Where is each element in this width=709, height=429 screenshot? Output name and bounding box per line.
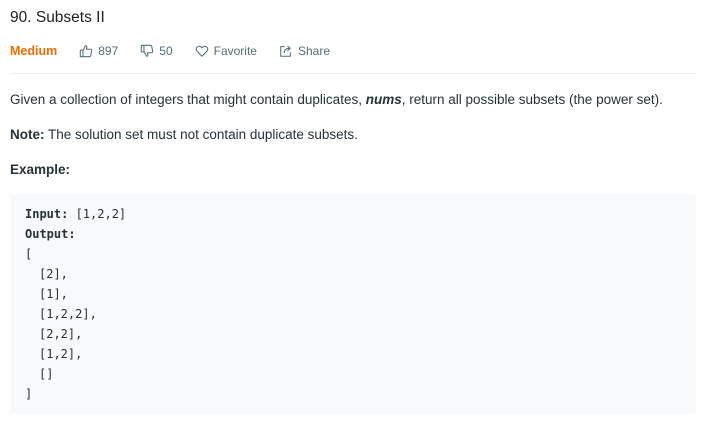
example-heading: Example:	[10, 162, 71, 177]
output-open-bracket: [	[25, 247, 33, 261]
description-text-after: , return all possible subsets (the power…	[401, 92, 663, 107]
output-item: [1,2,2],	[39, 307, 97, 321]
description-text-before: Given a collection of integers that migh…	[10, 92, 366, 107]
input-value: [1,2,2]	[68, 207, 127, 221]
output-item: [1],	[39, 287, 68, 301]
problem-title: 90. Subsets II	[10, 9, 105, 26]
note-text: The solution set must not contain duplic…	[44, 127, 358, 142]
output-item: [1,2],	[39, 347, 83, 361]
example-code-block: Input: [1,2,2] Output: [ [2], [1], [1,2,…	[10, 194, 696, 414]
output-item: []	[39, 367, 54, 381]
problem-meta-row: Medium 897 50 Favorite Share	[10, 42, 352, 60]
note-label: Note:	[10, 127, 45, 142]
favorite-button[interactable]: Favorite	[195, 44, 257, 58]
problem-note: Note: The solution set must not contain …	[10, 127, 358, 142]
thumbs-down-icon	[140, 44, 159, 58]
share-icon	[279, 44, 298, 58]
header-divider	[10, 73, 696, 74]
example-code: Input: [1,2,2] Output: [ [2], [1], [1,2,…	[25, 204, 126, 404]
like-button[interactable]: 897	[79, 44, 118, 58]
difficulty-label: Medium	[10, 44, 58, 58]
share-button[interactable]: Share	[279, 44, 330, 58]
dislike-button[interactable]: 50	[140, 44, 173, 58]
like-count: 897	[98, 44, 119, 58]
thumbs-up-icon	[79, 44, 98, 58]
input-label: Input:	[25, 207, 69, 221]
heart-icon	[195, 44, 214, 58]
output-item: [2],	[39, 267, 68, 281]
example-input-line: Input: [1,2,2]	[25, 204, 126, 224]
problem-description: Given a collection of integers that migh…	[10, 92, 663, 107]
description-keyword: nums	[365, 92, 402, 107]
output-label: Output:	[25, 227, 76, 241]
share-label: Share	[297, 44, 331, 58]
output-item: [2,2],	[39, 327, 83, 341]
output-close-bracket: ]	[25, 387, 33, 401]
dislike-count: 50	[159, 44, 173, 58]
favorite-label: Favorite	[213, 44, 257, 58]
example-output-line: Output:	[25, 224, 126, 244]
